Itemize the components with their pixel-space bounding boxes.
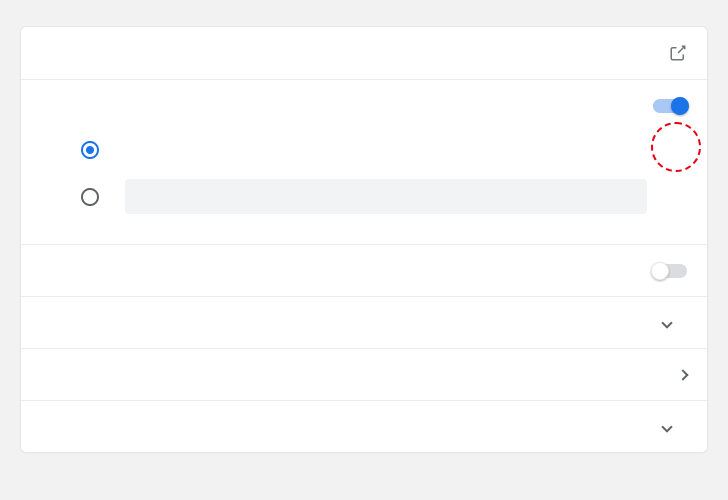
font-size-select[interactable] [497,313,687,333]
open-external-icon [669,44,687,62]
home-button-row [21,79,707,131]
chevron-down-icon [661,421,672,432]
bookmarks-bar-toggle[interactable] [653,264,687,278]
chevron-right-icon [677,369,688,380]
home-button-toggle[interactable] [653,99,687,113]
settings-card [20,26,708,453]
font-size-row [21,296,707,348]
home-custom-url-input[interactable] [125,179,647,214]
customize-fonts-row[interactable] [21,348,707,400]
home-option-custom-url[interactable] [41,169,687,224]
radio-selected-icon [81,141,99,159]
chevron-down-icon [661,317,672,328]
home-button-options [21,131,707,244]
theme-row[interactable] [21,27,707,79]
page-zoom-row [21,400,707,452]
bookmarks-bar-row [21,244,707,296]
radio-unselected-icon [81,188,99,206]
page-zoom-select[interactable] [497,417,687,437]
home-option-new-tab[interactable] [41,131,687,169]
